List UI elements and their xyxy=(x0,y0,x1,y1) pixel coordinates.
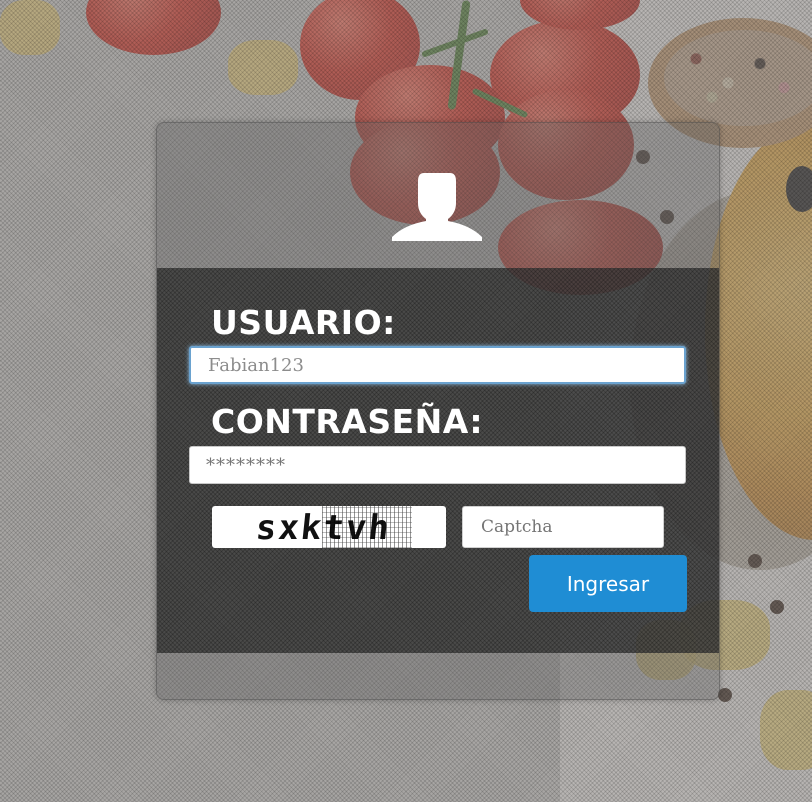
captcha-input[interactable] xyxy=(462,506,664,548)
username-label: USUARIO: xyxy=(211,303,396,342)
login-form: USUARIO: CONTRASEÑA: sxktvh Ingresar xyxy=(157,268,719,653)
login-page: USUARIO: CONTRASEÑA: sxktvh Ingresar xyxy=(0,0,812,802)
user-silhouette-icon xyxy=(392,173,482,241)
username-input[interactable] xyxy=(189,346,686,384)
login-panel: USUARIO: CONTRASEÑA: sxktvh Ingresar xyxy=(156,122,720,700)
captcha-noise xyxy=(322,506,412,548)
ingresar-button[interactable]: Ingresar xyxy=(529,555,687,612)
captcha-image: sxktvh xyxy=(212,506,446,548)
login-header xyxy=(157,123,719,268)
password-input[interactable] xyxy=(189,446,686,484)
password-label: CONTRASEÑA: xyxy=(211,402,484,441)
